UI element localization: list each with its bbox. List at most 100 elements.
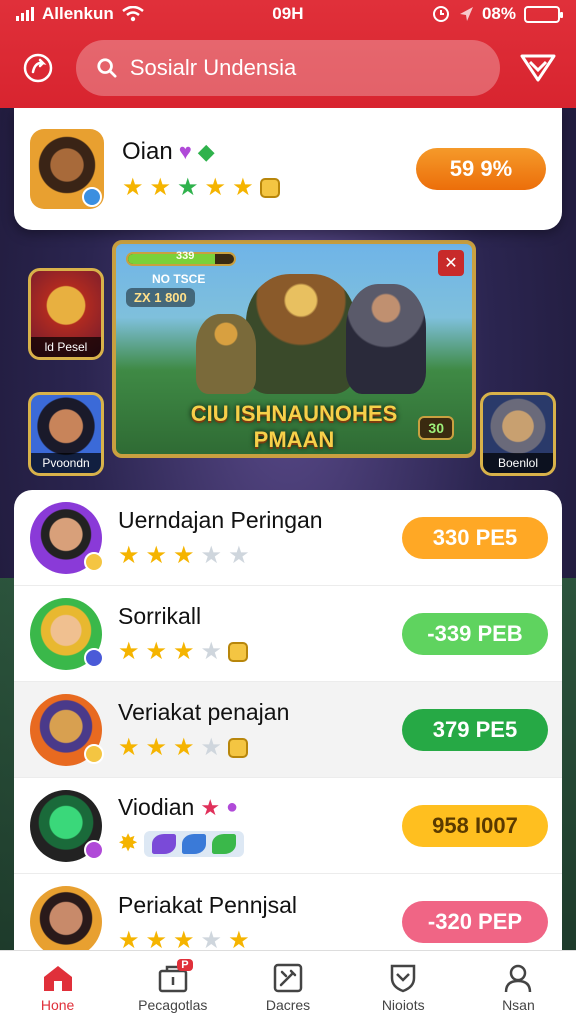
star-icon: ★ bbox=[173, 926, 195, 954]
filter-button[interactable] bbox=[516, 46, 560, 90]
nav-shield[interactable]: Nioiots bbox=[346, 951, 461, 1024]
coin-icon bbox=[228, 738, 249, 758]
list-item[interactable]: Viodian ★ ● ✸ 958 I007 bbox=[14, 778, 562, 874]
search-input[interactable] bbox=[129, 55, 480, 81]
notification-badge: P bbox=[177, 959, 193, 971]
nav-label: Nioiots bbox=[381, 996, 425, 1013]
player-avatar bbox=[30, 501, 104, 574]
side-card-label: Boenlol bbox=[483, 453, 553, 473]
featured-badge[interactable]: 59 9% bbox=[416, 148, 546, 190]
player-avatar bbox=[30, 597, 104, 670]
coin-icon bbox=[259, 178, 280, 198]
featured-avatar bbox=[30, 129, 104, 209]
bottom-navigation: Hone P Pecagotlas Dacres Nioiots Nsan bbox=[0, 950, 576, 1024]
side-card-label: Pvoondn bbox=[31, 453, 101, 473]
side-card-left-bottom[interactable]: Pvoondn bbox=[28, 392, 104, 476]
player-rating: ★ ★ ★ ★ ★ bbox=[118, 544, 402, 568]
star-icon: ★ bbox=[228, 542, 250, 569]
player-avatar bbox=[30, 693, 104, 766]
star-icon: ★ bbox=[200, 542, 223, 569]
star-icon: ✸ bbox=[118, 830, 139, 857]
nav-label: Hone bbox=[40, 996, 75, 1013]
star-icon: ★ bbox=[200, 734, 223, 761]
featured-card[interactable]: Oian ♥ ◆ ★ ★ ★ ★ ★ 59 9% bbox=[14, 108, 562, 230]
nav-shop[interactable]: P Pecagotlas bbox=[115, 951, 230, 1024]
nav-profile[interactable]: Nsan bbox=[461, 951, 576, 1024]
item-tray bbox=[144, 831, 245, 857]
player-rating: ★ ★ ★ ★ bbox=[118, 736, 402, 760]
score-badge[interactable]: -320 PEP bbox=[402, 901, 548, 943]
star-icon: ★ bbox=[177, 174, 199, 201]
gem-icon bbox=[182, 834, 207, 854]
swirl-icon bbox=[84, 839, 104, 860]
score-badge[interactable]: 379 PE5 bbox=[402, 708, 548, 751]
heart-icon: ♥ bbox=[178, 139, 192, 164]
player-name: Veriakat penajan bbox=[118, 699, 290, 725]
carrier-label: Allenkun bbox=[42, 4, 114, 23]
score-badge[interactable]: -339 PEB bbox=[402, 612, 548, 655]
side-card-label: ld Pesel bbox=[31, 337, 101, 357]
nav-home[interactable]: Hone bbox=[0, 951, 115, 1024]
player-rating: ✸ bbox=[118, 831, 402, 857]
compass-icon bbox=[84, 647, 104, 668]
score-badge[interactable]: 330 PE5 bbox=[402, 516, 548, 559]
wifi-icon bbox=[122, 6, 144, 22]
refresh-button[interactable] bbox=[16, 46, 60, 90]
gem-icon: ◆ bbox=[197, 139, 215, 164]
coin-icon bbox=[84, 743, 104, 764]
refresh-icon bbox=[23, 53, 53, 83]
player-name: Uerndajan Peringan bbox=[118, 507, 323, 533]
featured-name: Oian bbox=[122, 138, 173, 165]
star-icon: ★ bbox=[173, 542, 195, 569]
player-name: Viodian bbox=[118, 794, 195, 820]
filter-icon bbox=[520, 54, 556, 82]
coin-counter: ZX 1 800 bbox=[126, 288, 195, 307]
score-badge[interactable]: 958 I007 bbox=[402, 804, 548, 847]
star-icon: ★ bbox=[122, 174, 144, 201]
list-item[interactable]: Periakat Pennjsal ★ ★ ★ ★ ★ -320 PEP bbox=[14, 874, 562, 960]
battery-percent: 08% bbox=[481, 4, 516, 23]
home-icon bbox=[43, 965, 72, 991]
featured-rating: ★ ★ ★ ★ ★ bbox=[122, 176, 416, 200]
side-card-left-top[interactable]: ld Pesel bbox=[28, 268, 104, 360]
token-icon: ● bbox=[226, 796, 239, 818]
hero-warrior bbox=[246, 274, 356, 394]
star-icon: ★ bbox=[145, 542, 168, 569]
side-card-right-bottom[interactable]: Boenlol bbox=[480, 392, 556, 476]
gem-icon bbox=[212, 834, 237, 854]
player-name: Sorrikall bbox=[118, 603, 202, 629]
list-item[interactable]: Sorrikall ★ ★ ★ ★ -339 PEB bbox=[14, 586, 562, 682]
star-icon: ★ bbox=[118, 638, 140, 665]
nav-label: Nsan bbox=[502, 996, 535, 1013]
star-icon: ★ bbox=[145, 734, 168, 761]
gem-icon bbox=[152, 834, 177, 854]
search-icon bbox=[97, 58, 117, 78]
game-banner[interactable]: 339 NO TSCE ZX 1 800 ✕ CIU ISHNAUNOHES P… bbox=[112, 240, 476, 458]
clock: 09H bbox=[272, 4, 304, 23]
star-icon: ★ bbox=[118, 542, 140, 569]
star-icon: ★ bbox=[200, 926, 223, 954]
list-item[interactable]: Veriakat penajan ★ ★ ★ ★ 379 PE5 bbox=[14, 682, 562, 778]
star-icon: ★ bbox=[200, 638, 223, 665]
star-icon: ★ bbox=[173, 734, 195, 761]
coin-icon bbox=[228, 642, 249, 662]
close-button[interactable]: ✕ bbox=[438, 250, 464, 276]
tools-icon bbox=[273, 963, 303, 992]
star-icon: ★ bbox=[149, 174, 172, 201]
star-icon: ★ bbox=[145, 926, 168, 954]
hero-knight bbox=[346, 284, 426, 394]
battery-icon bbox=[523, 5, 563, 23]
close-icon: ✕ bbox=[444, 255, 458, 272]
star-icon: ★ bbox=[145, 638, 168, 665]
player-avatar bbox=[30, 886, 102, 958]
search-bar[interactable] bbox=[76, 40, 500, 96]
list-item[interactable]: Uerndajan Peringan ★ ★ ★ ★ ★ 330 PE5 bbox=[14, 490, 562, 586]
nav-tools[interactable]: Dacres bbox=[230, 951, 345, 1024]
score-badge: 30 bbox=[418, 416, 454, 440]
star-icon: ★ bbox=[232, 174, 254, 201]
hero-soldier bbox=[196, 314, 256, 394]
coin-icon bbox=[84, 551, 104, 572]
star-icon: ★ bbox=[118, 734, 140, 761]
user-icon bbox=[505, 964, 532, 992]
status-bar: Allenkun 09H 08% bbox=[0, 0, 576, 28]
